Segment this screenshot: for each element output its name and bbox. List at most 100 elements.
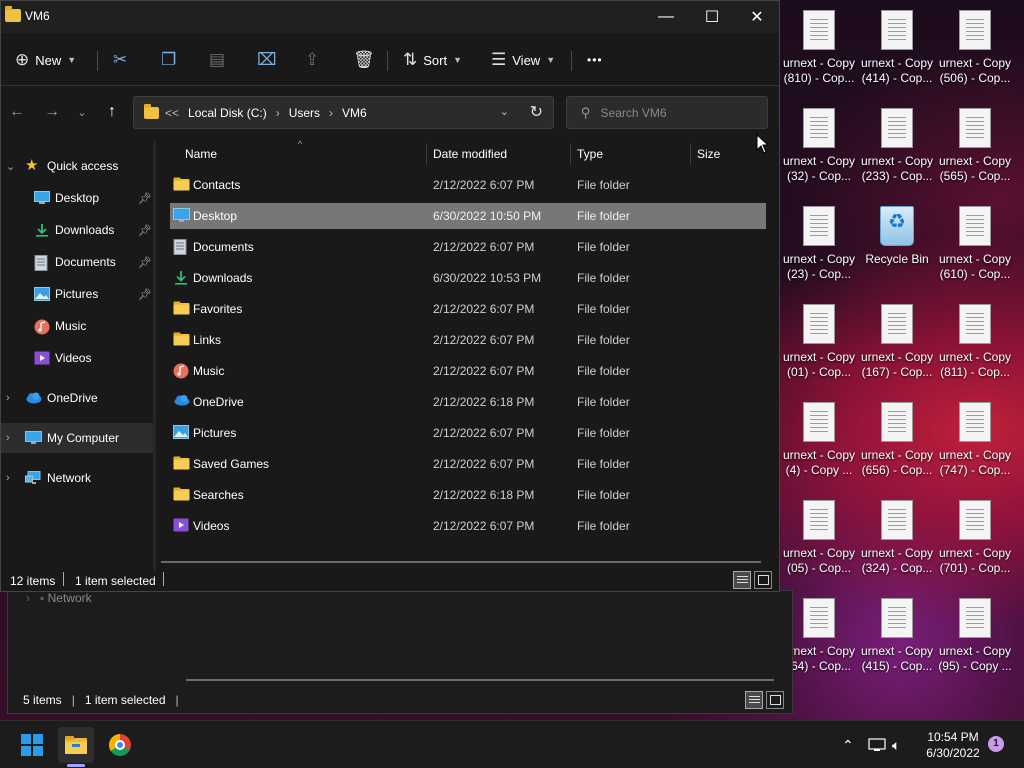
file-desktop-icon[interactable]: urnext - Copy (747) - Cop... — [936, 402, 1014, 492]
up-arrow-icon[interactable]: ↑ — [101, 101, 123, 123]
delete-button[interactable]: 🗑 — [353, 39, 375, 81]
sidebar-item-quick-access[interactable]: ⌄ ★ Quick access — [1, 151, 153, 181]
maximize-button[interactable]: ☐ — [689, 1, 735, 33]
file-explorer-taskbar-button[interactable] — [58, 727, 94, 763]
column-header-size[interactable]: Size — [697, 143, 720, 165]
sidebar-item-my-computer[interactable]: › My Computer — [1, 423, 153, 453]
show-hidden-icons-button[interactable]: ⌃ — [842, 721, 854, 768]
column-divider[interactable] — [426, 143, 427, 165]
sidebar-item-network[interactable]: › Network — [1, 463, 153, 493]
paste-button[interactable]: ▤ — [209, 39, 225, 81]
file-desktop-icon[interactable]: urnext - Copy (610) - Cop... — [936, 206, 1014, 296]
chevron-down-icon[interactable]: ⌄ — [6, 160, 15, 173]
close-button[interactable]: ✕ — [734, 1, 780, 33]
chevron-right-icon[interactable]: › — [6, 392, 10, 404]
file-desktop-icon[interactable]: urnext - Copy (23) - Cop... — [780, 206, 858, 296]
breadcrumb-local-disk[interactable]: Local Disk (C:) — [188, 106, 267, 120]
rename-button[interactable]: ⌧ — [257, 39, 277, 81]
breadcrumb-vm6[interactable]: VM6 — [342, 106, 367, 120]
column-header-type[interactable]: Type — [577, 143, 603, 165]
chrome-taskbar-button[interactable] — [102, 727, 138, 763]
sidebar-item-videos[interactable]: Videos — [1, 343, 153, 373]
file-desktop-icon[interactable]: urnext - Copy (05) - Cop... — [780, 500, 858, 590]
sidebar-item-music[interactable]: Music — [1, 311, 153, 341]
table-row[interactable]: Videos 2/12/2022 6:07 PM File folder — [170, 513, 766, 539]
table-row[interactable]: Favorites 2/12/2022 6:07 PM File folder — [170, 296, 766, 322]
table-row[interactable]: OneDrive 2/12/2022 6:18 PM File folder — [170, 389, 766, 415]
file-desktop-icon[interactable]: urnext - Copy (32) - Cop... — [780, 108, 858, 198]
details-view-button[interactable] — [745, 691, 763, 709]
table-row[interactable]: Music 2/12/2022 6:07 PM File folder — [170, 358, 766, 384]
pin-icon[interactable]: 📌︎ — [138, 192, 152, 205]
file-desktop-icon[interactable]: urnext - Copy (656) - Cop... — [858, 402, 936, 492]
minimize-button[interactable]: — — [643, 1, 689, 33]
table-row[interactable]: Desktop 6/30/2022 10:50 PM File folder — [170, 203, 766, 229]
table-row[interactable]: Downloads 6/30/2022 10:53 PM File folder — [170, 265, 766, 291]
title-bar[interactable]: VM6 — ☐ ✕ — [1, 1, 779, 33]
file-desktop-icon[interactable]: urnext - Copy (565) - Cop... — [936, 108, 1014, 198]
sidebar-item-onedrive[interactable]: › OneDrive — [1, 383, 153, 413]
sort-button[interactable]: ⇅ Sort ▼ — [403, 39, 462, 81]
sidebar-item-pictures[interactable]: Pictures 📌︎ — [1, 279, 153, 309]
file-desktop-icon[interactable]: urnext - Copy (95) - Copy ... — [936, 598, 1014, 688]
chevron-right-icon[interactable]: › — [276, 106, 280, 120]
tiles-view-button[interactable] — [754, 571, 772, 589]
sidebar-item-desktop[interactable]: Desktop 📌︎ — [1, 183, 153, 213]
pin-icon[interactable]: 📌︎ — [138, 224, 152, 237]
table-row[interactable]: Contacts 2/12/2022 6:07 PM File folder — [170, 172, 766, 198]
sidebar-item-documents[interactable]: Documents 📌︎ — [1, 247, 153, 277]
table-row[interactable]: Pictures 2/12/2022 6:07 PM File folder — [170, 420, 766, 446]
table-row[interactable]: Links 2/12/2022 6:07 PM File folder — [170, 327, 766, 353]
notification-badge[interactable]: 1 — [988, 736, 1004, 752]
table-row[interactable]: Documents 2/12/2022 6:07 PM File folder — [170, 234, 766, 260]
address-dropdown-icon[interactable]: ⌄ — [500, 105, 509, 118]
file-desktop-icon[interactable]: urnext - Copy (506) - Cop... — [936, 10, 1014, 100]
file-desktop-icon[interactable]: urnext - Copy (01) - Cop... — [780, 304, 858, 394]
new-button[interactable]: ⊕ New ▼ — [15, 39, 76, 81]
chevron-right-icon[interactable]: › — [6, 432, 10, 444]
horizontal-scrollbar[interactable] — [186, 679, 774, 681]
forward-arrow-icon[interactable]: → — [41, 101, 63, 123]
details-view-button[interactable] — [733, 571, 751, 589]
recent-locations-chevron-icon[interactable]: ⌄ — [71, 101, 93, 123]
file-desktop-icon[interactable]: urnext - Copy (414) - Cop... — [858, 10, 936, 100]
cut-button[interactable]: ✂ — [113, 39, 127, 81]
start-button[interactable] — [14, 727, 50, 763]
column-divider[interactable] — [690, 143, 691, 165]
file-desktop-icon[interactable]: urnext - Copy (415) - Cop... — [858, 598, 936, 688]
tiles-view-button[interactable] — [766, 691, 784, 709]
address-bar[interactable]: << Local Disk (C:) › Users › VM6 ⌄ ↻ — [133, 96, 554, 129]
pin-icon[interactable]: 📌︎ — [138, 288, 152, 301]
taskbar-clock[interactable]: 10:54 PM 6/30/2022 — [916, 729, 990, 761]
network-tray-button[interactable] — [868, 721, 886, 768]
file-desktop-icon[interactable]: urnext - Copy (324) - Cop... — [858, 500, 936, 590]
pin-icon[interactable]: 📌︎ — [138, 256, 152, 269]
back-arrow-icon[interactable]: ← — [6, 101, 28, 123]
table-row[interactable]: Searches 2/12/2022 6:18 PM File folder — [170, 482, 766, 508]
search-input[interactable] — [600, 105, 751, 120]
column-header-date-modified[interactable]: Date modified — [433, 143, 507, 165]
chevron-right-icon[interactable]: › — [329, 106, 333, 120]
volume-tray-button[interactable]: 🔈︎ — [892, 721, 900, 768]
search-box[interactable]: ⚲ — [566, 96, 768, 129]
column-divider[interactable] — [570, 143, 571, 165]
horizontal-scrollbar[interactable] — [161, 561, 761, 563]
file-desktop-icon[interactable]: urnext - Copy (811) - Cop... — [936, 304, 1014, 394]
more-options-button[interactable]: ••• — [587, 39, 603, 81]
refresh-icon[interactable]: ↻ — [530, 102, 543, 122]
copy-button[interactable]: ❐ — [161, 39, 176, 81]
file-desktop-icon[interactable]: urnext - Copy (4) - Copy ... — [780, 402, 858, 492]
file-desktop-icon[interactable]: urnext - Copy (701) - Cop... — [936, 500, 1014, 590]
chevron-right-icon[interactable]: › — [6, 472, 10, 484]
breadcrumb-users[interactable]: Users — [289, 106, 320, 120]
file-desktop-icon[interactable]: urnext - Copy (233) - Cop... — [858, 108, 936, 198]
share-button[interactable]: ⇪ — [305, 39, 319, 81]
file-desktop-icon[interactable]: urnext - Copy (810) - Cop... — [780, 10, 858, 100]
breadcrumb-overflow[interactable]: << — [165, 106, 179, 120]
file-desktop-icon[interactable]: urnext - Copy (167) - Cop... — [858, 304, 936, 394]
recycle-bin-desktop-icon[interactable]: Recycle Bin — [858, 206, 936, 296]
view-button[interactable]: ☰ View ▼ — [491, 39, 555, 81]
column-header-name[interactable]: Name ^ — [185, 139, 302, 165]
sidebar-item-downloads[interactable]: Downloads 📌︎ — [1, 215, 153, 245]
background-explorer-window[interactable]: › ▪ Network 5 items | 1 item selected | — [7, 590, 793, 714]
